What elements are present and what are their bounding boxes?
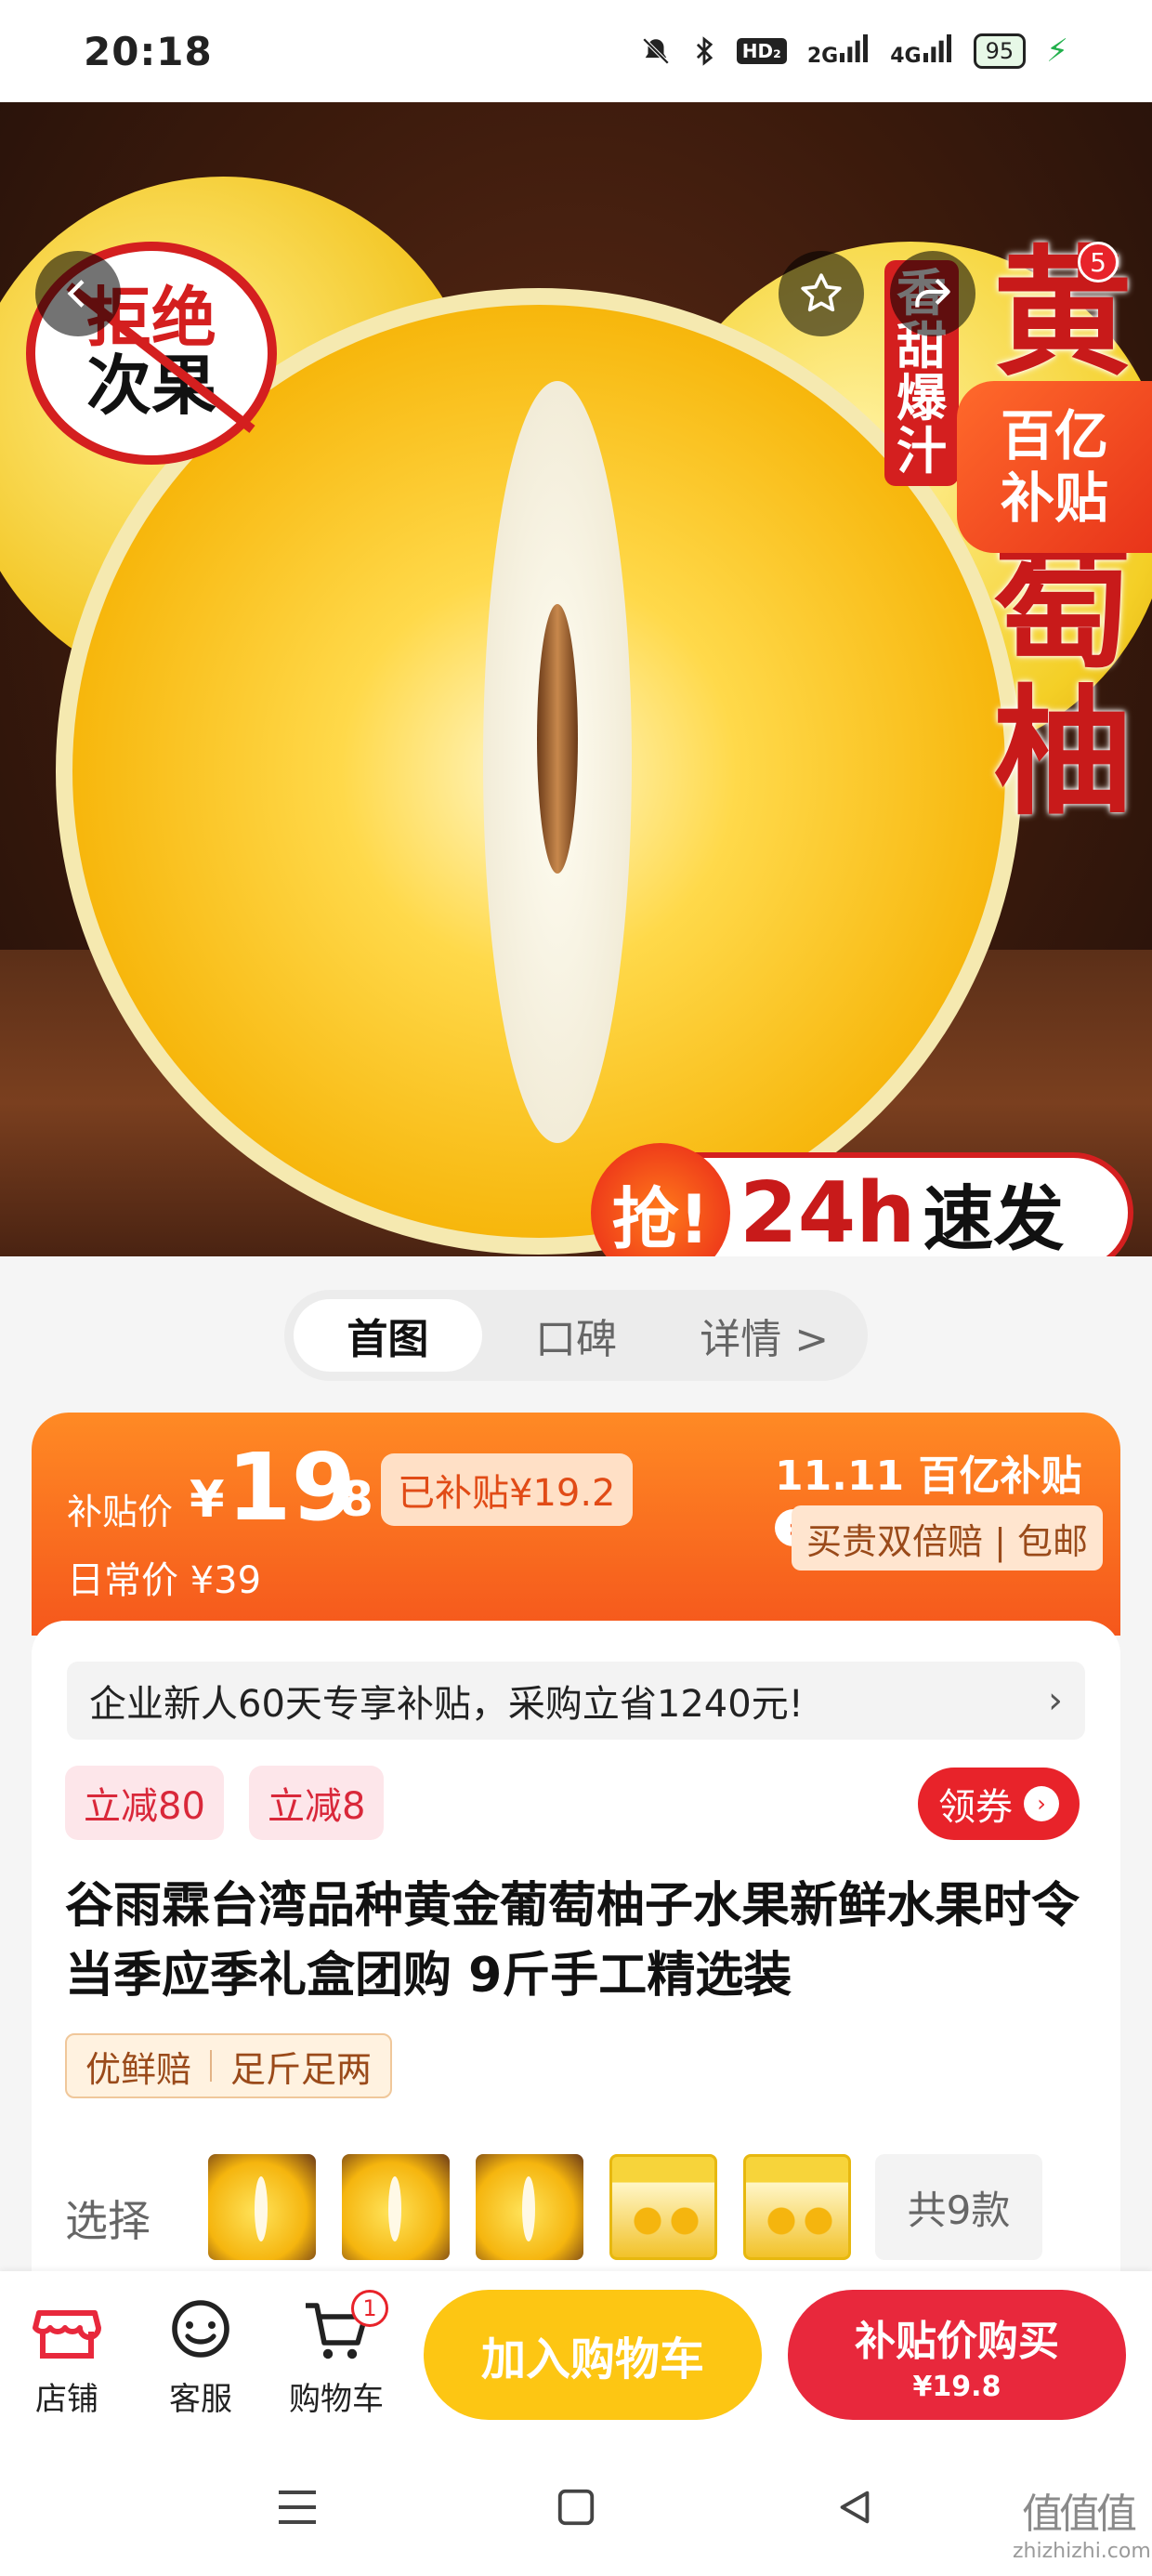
variant-thumbnail[interactable] — [743, 2154, 851, 2260]
daily-price: 日常价 ¥39 — [67, 1559, 262, 1602]
tab-details[interactable]: 详情 > — [670, 1299, 858, 1372]
product-hero-image[interactable]: 拒绝 次果 香甜爆汁 黄葡萄柚 百亿 补贴 5 抢! 24h 速发 — [0, 102, 1152, 1256]
service-label: 客服 — [169, 2381, 232, 2418]
signal-4g-label: 4G — [890, 45, 922, 68]
variant-thumbnail[interactable] — [609, 2154, 717, 2260]
signal-4g-icon: 4G — [890, 34, 952, 68]
share-arrow-icon — [915, 278, 950, 308]
battery-icon: 95 — [973, 33, 1027, 69]
tab-main-image[interactable]: 首图 — [294, 1299, 482, 1372]
yi-subsidy-badge: 百亿 补贴 — [957, 381, 1152, 553]
shop-label: 店铺 — [35, 2381, 98, 2418]
variant-thumbnail[interactable] — [208, 2154, 316, 2260]
buy-now-button[interactable]: 补贴价购买 ¥19.8 — [788, 2290, 1126, 2420]
shop-button[interactable]: 店铺 — [11, 2293, 123, 2419]
grapefruit-core — [537, 604, 578, 874]
home-button[interactable] — [539, 2470, 613, 2544]
menu-icon — [279, 2491, 316, 2524]
tab-bar-area: 首图 口碑 详情 > — [0, 1256, 1152, 1414]
subsidy-price-label: 补贴价 — [67, 1492, 174, 1532]
product-info-card: 企业新人60天专享补贴，采购立省1240元! › 立减80 立减8 领券 › 谷… — [32, 1621, 1120, 2271]
service-guarantee[interactable]: 优鲜赔 足斤足两 — [65, 2033, 393, 2098]
bottom-action-bar: 店铺 客服 1 购物车 加入购物车 补贴价购买 ¥19.8 — [0, 2271, 1152, 2438]
status-bar: 20:18 HD₂ 2G 4G 95 ⚡ — [0, 0, 1152, 102]
brand-label: 11.11 百亿补贴 — [775, 1452, 1082, 1500]
star-icon — [801, 273, 842, 312]
watermark-url: zhizhizhi.com — [1013, 2539, 1151, 2563]
get-coupon-button[interactable]: 领券 › — [918, 1768, 1080, 1840]
chevron-left-icon — [67, 280, 85, 308]
cart-count-badge: 1 — [351, 2290, 388, 2327]
select-variant-label: 选择 — [65, 2196, 151, 2246]
bluetooth-icon — [692, 35, 716, 67]
charging-icon: ⚡ — [1046, 33, 1068, 70]
add-to-cart-button[interactable]: 加入购物车 — [424, 2290, 762, 2420]
signal-2g-icon: 2G — [807, 34, 870, 68]
menu-button[interactable] — [260, 2470, 334, 2544]
fast-shipping-banner: 抢! 24h 速发 — [591, 1143, 1133, 1257]
variant-count-button[interactable]: 共9款 — [875, 2154, 1042, 2260]
shipping-hours: 24h — [740, 1163, 916, 1257]
favorite-button[interactable] — [779, 251, 864, 336]
mute-bell-icon — [640, 35, 672, 67]
price-currency: ¥ — [190, 1470, 225, 1529]
subsidy-amount-chip: 已补贴¥19.2 — [381, 1453, 633, 1526]
share-button[interactable] — [890, 251, 975, 336]
guarantee-item: 优鲜赔 — [85, 2048, 192, 2090]
variant-thumbnail[interactable] — [476, 2154, 583, 2260]
chevron-right-icon: › — [1024, 1786, 1059, 1821]
watermark: 值值值 zhizhizhi.com — [1013, 2491, 1151, 2564]
status-time: 20:18 — [84, 28, 213, 74]
coupon-tag: 立减80 — [65, 1766, 224, 1840]
image-tabs: 首图 口碑 详情 > — [284, 1290, 868, 1381]
tab-reviews[interactable]: 口碑 — [482, 1299, 671, 1372]
get-coupon-label: 领券 — [938, 1786, 1013, 1829]
notice-text: 企业新人60天专享补贴，采购立省1240元! — [89, 1683, 804, 1726]
yi-line2: 补贴 — [1000, 466, 1108, 530]
chat-smiley-icon — [164, 2293, 238, 2368]
guarantee-chip: 买贵双倍赔 | 包邮 — [792, 1505, 1103, 1571]
product-detail-page: 20:18 HD₂ 2G 4G 95 ⚡ 拒绝 次果 香甜爆汁 黄葡萄 — [0, 0, 1152, 2576]
product-title: 谷雨霖台湾品种黄金葡萄柚子水果新鲜水果时令当季应季礼盒团购 9斤手工精选装 — [65, 1878, 1080, 2004]
buy-now-label: 补贴价购买 — [855, 2317, 1059, 2365]
watermark-mark: 值值值 — [1022, 2491, 1137, 2538]
cart-button[interactable]: 1 购物车 — [281, 2290, 392, 2419]
yi-line1: 百亿 — [1000, 403, 1108, 467]
enterprise-notice[interactable]: 企业新人60天专享补贴，采购立省1240元! › — [67, 1662, 1085, 1740]
triangle-back-icon — [840, 2491, 870, 2524]
shop-icon — [30, 2293, 104, 2368]
hd-voice-icon: HD₂ — [736, 38, 787, 64]
share-count-badge: 5 — [1078, 242, 1119, 283]
system-nav-bar — [0, 2438, 1152, 2576]
price-decimal: .8 — [321, 1472, 373, 1528]
back-nav-button[interactable] — [818, 2470, 892, 2544]
square-home-icon — [557, 2489, 595, 2526]
customer-service-button[interactable]: 客服 — [145, 2293, 256, 2419]
cart-label: 购物车 — [289, 2381, 384, 2418]
chevron-right-icon: › — [1048, 1679, 1063, 1722]
back-button[interactable] — [35, 251, 121, 336]
coupon-tag: 立减8 — [249, 1766, 385, 1840]
variant-thumbnail[interactable] — [342, 2154, 450, 2260]
price-card: 补贴价 ¥ 19 .8 已补贴¥19.2 日常价 ¥39 11.11 百亿补贴 … — [32, 1413, 1120, 1636]
shipping-speed-label: 速发 — [923, 1177, 1065, 1256]
signal-2g-label: 2G — [806, 45, 839, 68]
status-icons: HD₂ 2G 4G 95 ⚡ — [640, 33, 1068, 70]
guarantee-item: 足斤足两 — [230, 2048, 373, 2090]
battery-level: 95 — [985, 38, 1015, 64]
buy-now-price: ¥19.8 — [912, 2370, 1001, 2403]
